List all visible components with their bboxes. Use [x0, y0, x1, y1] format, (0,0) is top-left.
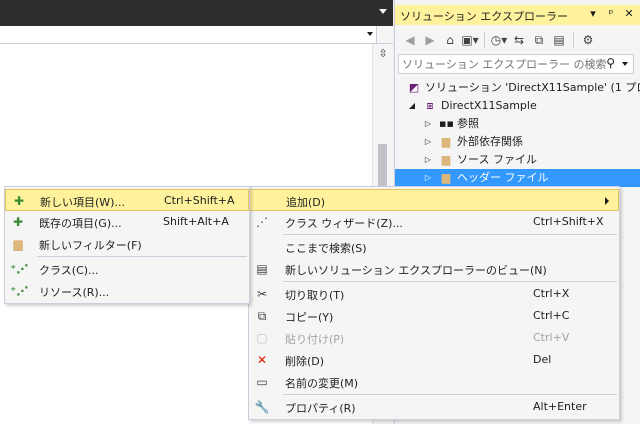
- toolbar-separator: [484, 32, 485, 48]
- tree-node-source-files[interactable]: ▷ ▆ ソース ファイル: [395, 151, 640, 169]
- menu-separator: [283, 281, 617, 282]
- navigation-combo[interactable]: [0, 26, 377, 43]
- collapse-triangle-icon[interactable]: ◢: [407, 97, 417, 115]
- new-view-icon: ▤: [256, 262, 268, 276]
- expand-triangle-icon[interactable]: ▷: [423, 133, 433, 151]
- add-submenu: ✚ 新しい項目(W)... Ctrl+Shift+A ✚ 既存の項目(G)...…: [4, 186, 250, 304]
- show-all-files-icon[interactable]: ▤: [550, 31, 568, 49]
- close-icon[interactable]: ✕: [623, 7, 635, 20]
- tree-node-references[interactable]: ▷ ▪▪ 参照: [395, 115, 640, 133]
- menu-item-new-item[interactable]: ✚ 新しい項目(W)... Ctrl+Shift+A: [5, 189, 249, 211]
- expand-triangle-icon[interactable]: ▷: [423, 169, 433, 187]
- splitter-icon[interactable]: ⇳: [375, 47, 391, 61]
- pin-icon[interactable]: ᵖ: [605, 7, 617, 20]
- sync-icon[interactable]: ⇆: [510, 31, 528, 49]
- window-position-icon[interactable]: ▾: [587, 7, 599, 20]
- menu-separator: [283, 394, 617, 395]
- menu-separator: [283, 234, 617, 235]
- references-icon: ▪▪: [439, 117, 454, 130]
- context-menu: 追加(D) ⋰ クラス ウィザード(Z)... Ctrl+Shift+X ここま…: [248, 186, 620, 420]
- folder-icon: ▆: [441, 171, 451, 184]
- properties-icon[interactable]: ⚙: [579, 31, 597, 49]
- search-input[interactable]: [399, 55, 611, 73]
- editor-tab-well: [0, 0, 393, 26]
- switch-views-icon[interactable]: ▣▾: [461, 31, 479, 49]
- class-icon: ⁺⋰: [10, 262, 29, 276]
- search-icon[interactable]: ⚲: [606, 56, 615, 70]
- solution-icon: ◩: [408, 81, 420, 94]
- forward-icon[interactable]: ▶: [421, 31, 439, 49]
- menu-item-rename[interactable]: ▭ 名前の変更(M): [249, 371, 619, 393]
- new-filter-icon: ▆: [13, 237, 23, 251]
- panel-title: ソリューション エクスプローラー: [400, 10, 568, 23]
- menu-item-copy[interactable]: ⧉ コピー(Y) Ctrl+C: [249, 305, 619, 327]
- folder-icon: ▆: [441, 153, 451, 166]
- solution-explorer-toolbar: ◀ ▶ ⌂ ▣▾ ◷▾ ⇆ ⧉ ▤ ⚙: [395, 27, 640, 53]
- toolbar-separator: [573, 32, 574, 48]
- existing-item-icon: ✚: [12, 215, 24, 229]
- pending-changes-filter-icon[interactable]: ◷▾: [490, 31, 508, 49]
- solution-explorer-search[interactable]: ⚲: [398, 54, 634, 74]
- menu-item-new-explorer-view[interactable]: ▤ 新しいソリューション エクスプローラーのビュー(N): [249, 258, 619, 280]
- resource-icon: ⁺⋰: [10, 284, 29, 298]
- menu-item-resource[interactable]: ⁺⋰ リソース(R)...: [5, 280, 249, 302]
- menu-separator: [37, 256, 247, 257]
- rename-icon: ▭: [256, 375, 268, 389]
- menu-item-new-filter[interactable]: ▆ 新しいフィルター(F): [5, 233, 249, 255]
- menu-item-class[interactable]: ⁺⋰ クラス(C)...: [5, 258, 249, 280]
- back-icon[interactable]: ◀: [401, 31, 419, 49]
- chevron-down-icon[interactable]: [367, 32, 373, 36]
- delete-icon: ✕: [256, 353, 268, 367]
- tab-list-dropdown-icon[interactable]: [379, 9, 387, 14]
- new-item-icon: ✚: [13, 194, 25, 208]
- menu-item-class-wizard[interactable]: ⋰ クラス ウィザード(Z)... Ctrl+Shift+X: [249, 211, 619, 233]
- home-icon[interactable]: ⌂: [441, 31, 459, 49]
- class-wizard-icon: ⋰: [256, 215, 268, 229]
- menu-item-properties[interactable]: 🔧 プロパティ(R) Alt+Enter: [249, 396, 619, 418]
- search-options-dropdown-icon[interactable]: [622, 62, 628, 66]
- tree-node-solution[interactable]: ◩ ソリューション 'DirectX11Sample' (1 プロジェ: [395, 79, 640, 97]
- menu-item-scope-to-this[interactable]: ここまで検索(S): [249, 236, 619, 258]
- paste-icon: ▢: [256, 331, 268, 345]
- collapse-all-icon[interactable]: ⧉: [530, 31, 548, 49]
- tree-node-project[interactable]: ◢ ⧆ DirectX11Sample: [395, 97, 640, 115]
- editor-navigation-bar: [0, 26, 393, 44]
- menu-item-existing-item[interactable]: ✚ 既存の項目(G)... Shift+Alt+A: [5, 211, 249, 233]
- tree-node-external-deps[interactable]: ▷ ▆ 外部依存関係: [395, 133, 640, 151]
- menu-item-cut[interactable]: ✂ 切り取り(T) Ctrl+X: [249, 283, 619, 305]
- cut-icon: ✂: [256, 287, 268, 301]
- wrench-icon: 🔧: [254, 400, 270, 414]
- menu-item-paste: ▢ 貼り付け(P) Ctrl+V: [249, 327, 619, 349]
- expand-triangle-icon[interactable]: ▷: [423, 151, 433, 169]
- tree-node-header-files[interactable]: ▷ ▆ ヘッダー ファイル: [395, 169, 640, 187]
- submenu-arrow-icon: [605, 197, 609, 205]
- solution-explorer-title-bar: ソリューション エクスプローラー ▾ ᵖ ✕: [395, 5, 640, 25]
- copy-icon: ⧉: [257, 309, 267, 323]
- expand-triangle-icon[interactable]: ▷: [423, 115, 433, 133]
- menu-item-delete[interactable]: ✕ 削除(D) Del: [249, 349, 619, 371]
- project-icon: ⧆: [426, 99, 434, 112]
- folder-icon: ▆: [441, 135, 451, 148]
- menu-item-add[interactable]: 追加(D): [249, 189, 619, 211]
- solution-tree: ◩ ソリューション 'DirectX11Sample' (1 プロジェ ◢ ⧆ …: [395, 79, 640, 187]
